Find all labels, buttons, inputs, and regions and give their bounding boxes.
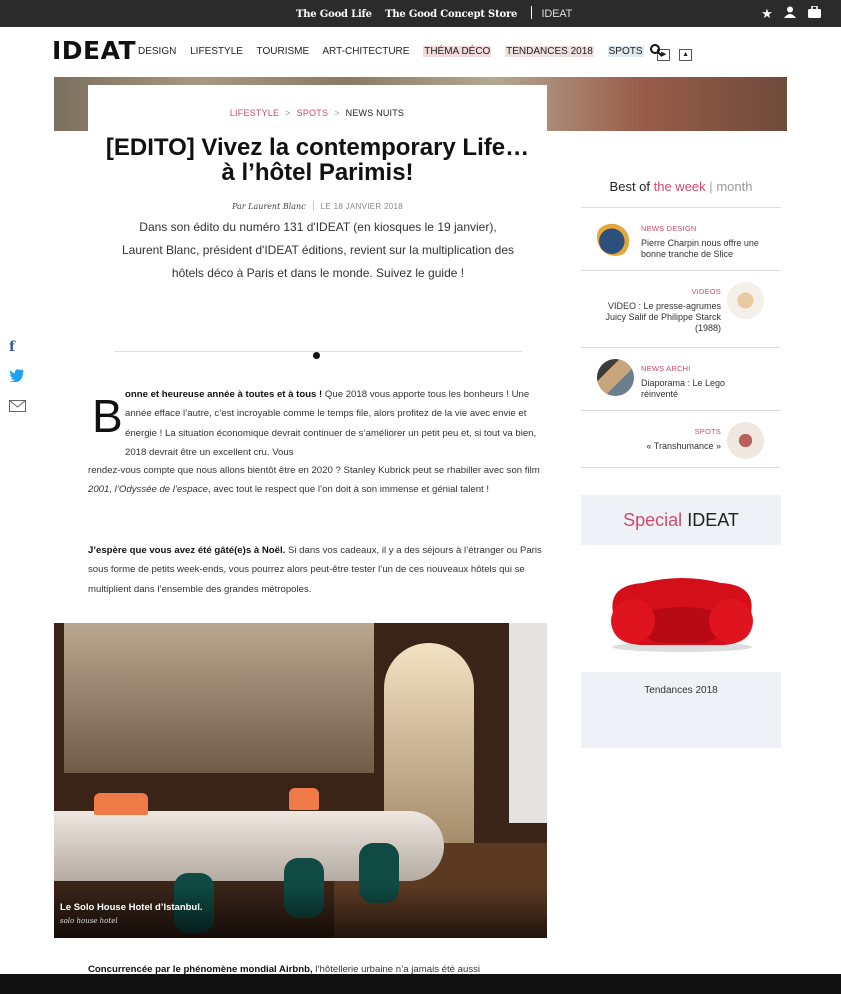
film-title: 2001, l’Odyssée de l’espace [88,484,208,496]
lamp [94,793,148,815]
tendances-2018-panel[interactable]: Tendances 2018 [581,672,781,748]
link-the-good-life[interactable]: The Good Life [296,9,372,20]
chevron-right-icon: > [334,108,340,118]
tab-week[interactable]: the week [654,179,706,194]
bottom-bar [0,974,841,994]
photo-credit: solo house hotel [60,917,118,925]
chevron-right-icon: > [285,108,291,118]
title-line-1: [EDITO] Vivez la contemporary Life… [105,134,530,161]
sidebar: Best of the week | month NEWS DESIGN Pie… [581,171,781,468]
special-label: Special [623,510,688,530]
best-of-header: Best of the week | month [581,171,781,208]
top-icons: ★ [753,5,821,22]
best-of-label: Best of [609,179,654,194]
ideat-logo[interactable]: IDEAT [52,36,136,65]
facebook-icon[interactable]: f [9,339,15,355]
separator: | [709,179,713,194]
divider-dot [313,352,320,359]
item-title: Pierre Charpin nous offre une bonne tran… [641,238,759,259]
item-title: « Transhumance » [646,441,721,451]
nav-item-tendances-2018[interactable]: TENDANCES 2018 [505,46,594,57]
list-item[interactable]: VIDEOS VIDEO : Le presse-agrumes Juicy S… [581,271,781,348]
breadcrumb: LIFESTYLE > SPOTS > NEWS NUITS [0,108,634,118]
nav-item-lifestyle[interactable]: LIFESTYLE [190,46,243,57]
item-category: VIDEOS [691,287,721,296]
nav-item-design[interactable]: DESIGN [138,46,176,57]
thumbnail [597,219,634,256]
twitter-icon[interactable] [9,368,25,385]
hat-icon[interactable]: ▲ [679,49,693,61]
bar-shelves [64,623,374,773]
item-category: SPOTS [694,427,721,436]
breadcrumb-lifestyle[interactable]: LIFESTYLE [230,108,279,118]
author[interactable]: Par Laurent Blanc [232,202,306,211]
article-photo[interactable]: Le Solo House Hotel d’Istanbul. solo hou… [54,623,547,938]
paragraph-2: J’espère que vous avez été gâté(e)s à No… [88,541,554,599]
item-category: NEWS DESIGN [641,224,697,233]
mail-icon[interactable] [9,399,26,415]
separator [312,201,314,211]
window [509,623,547,823]
star-icon[interactable]: ★ [761,6,773,21]
special-brand: IDEAT [687,510,739,530]
item-title: Diaporama : Le Lego réinventé [641,378,726,399]
user-icon[interactable] [784,6,800,21]
title-line-2: à l’hôtel Parimis! [221,159,414,186]
nav-item-thema-deco[interactable]: THÉMA DÉCO [423,46,492,57]
breadcrumb-spots[interactable]: SPOTS [297,108,329,118]
search-icon[interactable] [650,44,663,60]
paragraph-1-cont: rendez-vous compte que nous allons bient… [88,465,540,476]
thumbnail [727,422,764,459]
main-nav: IDEAT DESIGN LIFESTYLE TOURISME ART-CHIT… [0,27,841,77]
paragraph-2-lead: J’espère que vous avez été gâté(e)s à No… [88,545,286,556]
red-armchair-image[interactable] [603,573,761,653]
link-ideat[interactable]: IDEAT [542,8,573,20]
paragraph-1-lead: onne et heureuse année à toutes et à tou… [125,389,323,400]
list-item[interactable]: NEWS ARCHI Diaporama : Le Lego réinventé [581,348,781,411]
nav-item-art-chitecture[interactable]: ART-CHITECTURE [322,46,409,57]
bag-icon[interactable] [808,5,821,21]
paragraph-1-end: , avec tout le respect que l’on doit à s… [208,484,490,496]
breadcrumb-news-nuits[interactable]: NEWS NUITS [346,108,405,118]
paragraph-1-continued: rendez-vous compte que nous allons bient… [88,461,554,500]
publish-date: LE 18 JANVIER 2018 [320,202,404,211]
tendances-label: Tendances 2018 [644,685,718,696]
drop-cap: B [92,390,123,442]
top-links: The Good Life The Good Concept Store IDE… [296,6,582,20]
nav-menu: DESIGN LIFESTYLE TOURISME ART-CHITECTURE… [138,46,698,61]
list-item[interactable]: NEWS DESIGN Pierre Charpin nous offre un… [581,208,781,271]
item-category: NEWS ARCHI [641,364,691,373]
special-ideat-banner[interactable]: Special IDEAT [581,495,781,545]
byline: Par Laurent Blanc LE 18 JANVIER 2018 [88,201,547,211]
nav-item-tourisme[interactable]: TOURISME [257,46,310,57]
link-the-good-concept-store[interactable]: The Good Concept Store [385,9,517,20]
list-item[interactable]: SPOTS « Transhumance » [581,411,781,468]
nav-item-spots[interactable]: SPOTS [607,46,644,57]
lamp [289,788,319,810]
thumbnail [597,359,634,396]
top-bar: The Good Life The Good Concept Store IDE… [0,0,841,27]
separator [530,6,532,19]
item-title: VIDEO : Le presse-agrumes Juicy Salif de… [605,301,721,333]
article-intro: Dans son édito du numéro 131 d'IDEAT (en… [121,220,515,280]
page-title: [EDITO] Vivez la contemporary Life… à l’… [88,135,547,185]
thumbnail [727,282,764,319]
photo-caption: Le Solo House Hotel d’Istanbul. [60,902,203,913]
paragraph-1: onne et heureuse année à toutes et à tou… [125,385,555,462]
tab-month[interactable]: month [716,179,752,194]
